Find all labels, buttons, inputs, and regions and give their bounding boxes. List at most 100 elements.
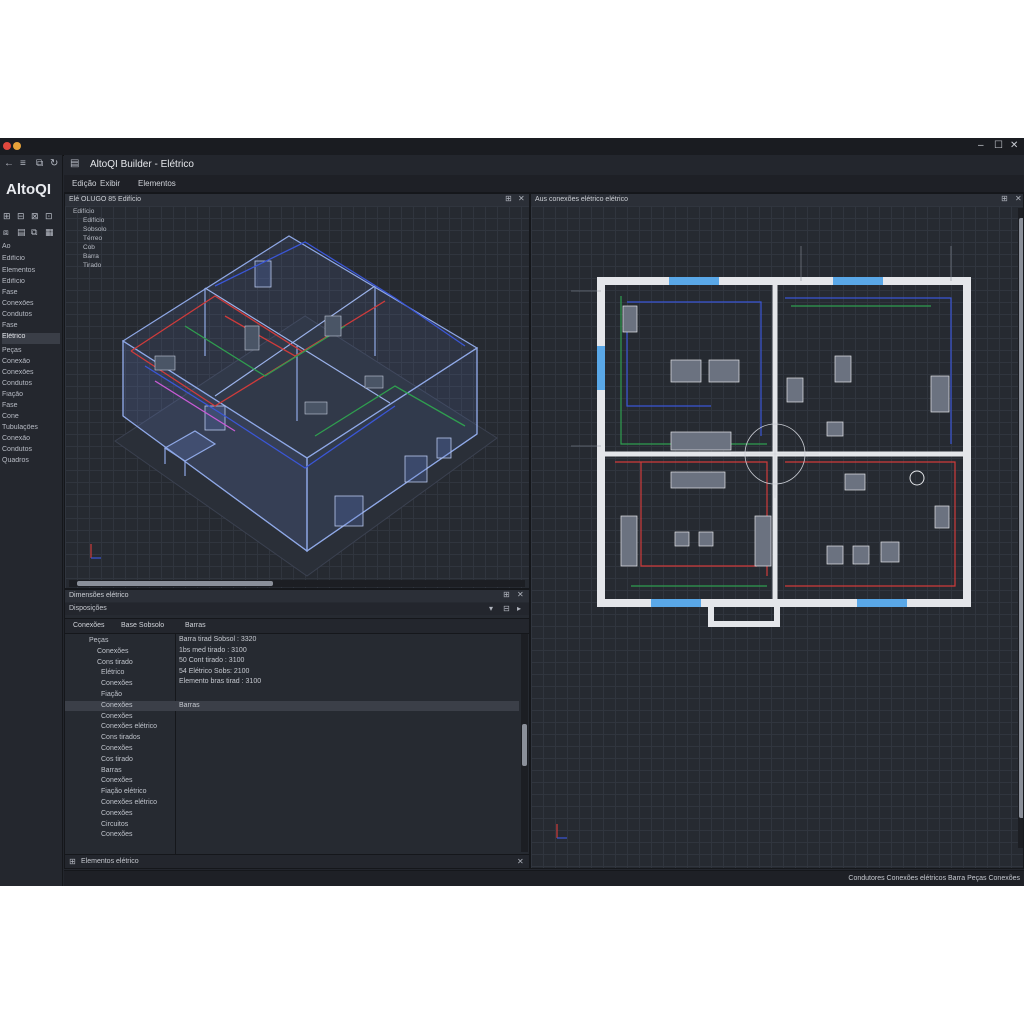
sidebar-item[interactable]: Fiação — [2, 391, 60, 402]
floorplan-vscroll-thumb[interactable] — [1019, 218, 1023, 818]
properties-footer: Elementos elétrico — [81, 858, 139, 865]
menu-bar: Edição Exibir Elementos — [64, 175, 1024, 193]
table-row[interactable]: Conexões elétrico — [65, 722, 519, 732]
view3d-header: Elé OLUGO 85 Edifício — [65, 194, 529, 206]
view3d-maximize-icon[interactable]: ⊞ — [505, 194, 512, 203]
sidebar-toggle-icon[interactable]: ▤ — [70, 158, 79, 169]
floorplan-close-icon[interactable]: ✕ — [1015, 194, 1022, 203]
floorplan-panel[interactable]: Aus conexões elétrico elétrico ⊞ ✕ — [530, 193, 1024, 869]
tool-a-icon[interactable]: ⊞ — [3, 211, 11, 222]
table-row[interactable]: Conexões — [65, 647, 519, 657]
sidebar-item[interactable]: Tubulações — [2, 424, 60, 435]
selected-property-value: Barras — [179, 701, 200, 709]
view3d-hscroll[interactable] — [69, 580, 525, 587]
footer-grid-icon[interactable]: ⊞ — [69, 857, 76, 866]
tool-d-icon[interactable]: ⊡ — [45, 211, 53, 222]
os-titlebar: – ☐ ✕ — [0, 138, 1024, 156]
tree-row-label: Cons tirados — [101, 734, 141, 742]
tool-f-icon[interactable]: ▤ — [17, 227, 26, 238]
table-row[interactable]: Cons tirado — [65, 658, 519, 668]
properties-subheader: Disposições — [69, 605, 107, 612]
minimize-icon[interactable]: – — [978, 140, 984, 151]
menu-item-0[interactable]: Edição — [72, 179, 96, 188]
menu-item-1[interactable]: Exibir — [100, 179, 120, 188]
table-row[interactable]: Conexões — [65, 744, 519, 754]
sidebar-item[interactable]: Conexão — [2, 358, 60, 369]
sidebar-header-item[interactable]: Edifício — [2, 255, 60, 266]
table-row[interactable]: Conexões elétrico — [65, 798, 519, 808]
table-row[interactable]: Conexões — [65, 776, 519, 786]
sidebar-item[interactable]: Edifício — [2, 278, 60, 289]
table-row[interactable]: Circuitos — [65, 820, 519, 830]
refresh-icon[interactable]: ↻ — [50, 158, 58, 169]
isometric-building-model[interactable] — [65, 206, 530, 589]
sidebar-item[interactable]: Fase — [2, 402, 60, 413]
sidebar-item[interactable]: Fase — [2, 289, 60, 300]
tree-row-label: Barras — [101, 766, 122, 774]
floorplan-maximize-icon[interactable]: ⊞ — [1001, 194, 1008, 203]
table-row[interactable]: Conexões — [65, 700, 519, 711]
dropdown-icon[interactable]: ▾ — [489, 604, 493, 613]
menu-item-2[interactable]: Elementos — [138, 179, 176, 188]
tree-row-label: Conexões elétrico — [101, 799, 158, 806]
tool-g-icon[interactable]: ⧉ — [31, 227, 37, 238]
menu-icon[interactable]: ▸ — [517, 604, 521, 613]
tool-c-icon[interactable]: ⊠ — [31, 211, 39, 222]
properties-close-icon[interactable]: ✕ — [517, 590, 524, 599]
column-header-2[interactable]: Barras — [185, 622, 206, 629]
floorplan-header: Aus conexões elétrico elétrico — [531, 194, 1023, 206]
sidebar-item[interactable]: Condutos — [2, 446, 60, 457]
table-row[interactable]: Conexões — [65, 830, 519, 840]
sidebar-item[interactable]: Conexões — [2, 300, 60, 311]
table-row[interactable]: Cos tirado — [65, 755, 519, 765]
properties-vscroll[interactable] — [521, 634, 528, 852]
floorplan-vscroll[interactable] — [1018, 208, 1023, 848]
view3d-panel[interactable]: Elé OLUGO 85 Edifício ⊞ ✕ Edifício Edifíc… — [64, 193, 530, 589]
tool-b-icon[interactable]: ⊟ — [17, 211, 25, 222]
table-row[interactable]: Cons tirados — [65, 733, 519, 743]
tool-h-icon[interactable]: ▦ — [45, 227, 54, 238]
view3d-close-icon[interactable]: ✕ — [518, 194, 525, 203]
table-row[interactable]: Peças — [65, 636, 519, 646]
property-value: Elemento bras tirad : 3100 — [179, 678, 262, 686]
close-dot-icon[interactable] — [3, 142, 11, 150]
tool-e-icon[interactable]: ⧈ — [3, 227, 9, 238]
sidebar-item[interactable]: Fase — [2, 322, 60, 333]
sidebar-item[interactable]: Elementos — [2, 267, 60, 278]
back-icon[interactable]: ← — [4, 158, 14, 169]
close-icon[interactable]: ✕ — [1010, 140, 1018, 151]
sidebar-item[interactable]: Conexões — [2, 369, 60, 380]
table-row[interactable]: Elétrico — [65, 668, 519, 678]
footer-close-icon[interactable]: ✕ — [517, 857, 524, 866]
sidebar-item[interactable]: Condutos — [2, 311, 60, 322]
lock-icon[interactable]: ⊟ — [503, 604, 510, 613]
table-row[interactable]: Fiação — [65, 690, 519, 700]
sidebar-search-label[interactable]: Ao — [2, 243, 60, 254]
minimize-dot-icon[interactable] — [13, 142, 21, 150]
properties-pin-icon[interactable]: ⊞ — [503, 590, 510, 599]
table-row[interactable]: Fiação elétrico — [65, 787, 519, 797]
brand-logo: AltoQI — [6, 181, 51, 198]
tree-row-label: Conexões — [97, 647, 129, 655]
sidebar-item[interactable]: Elétrico — [2, 333, 60, 344]
floor-plan-drawing[interactable] — [531, 206, 1024, 869]
maximize-icon[interactable]: ☐ — [994, 140, 1003, 151]
copy-icon[interactable]: ⧉ — [36, 158, 43, 169]
view3d-hscroll-thumb[interactable] — [77, 581, 273, 586]
table-row[interactable]: Barras — [65, 766, 519, 776]
sidebar-item[interactable]: Peças — [2, 347, 60, 358]
menu-icon[interactable]: ≡ — [20, 158, 26, 169]
property-value: 54 Elétrico Sobs: 2100 — [179, 667, 250, 675]
column-header-0[interactable]: Conexões — [73, 622, 105, 629]
properties-header: Dimensões elétrico — [65, 590, 529, 602]
table-row[interactable]: Conexões — [65, 809, 519, 819]
sidebar-item[interactable]: Conexão — [2, 435, 60, 446]
sidebar-item[interactable]: Cone — [2, 413, 60, 424]
properties-vscroll-thumb[interactable] — [522, 724, 527, 766]
status-text: Condutores Conexões elétricos Barra Peça… — [848, 875, 1020, 882]
table-row[interactable]: Conexões — [65, 712, 519, 722]
sidebar-item[interactable]: Condutos — [2, 380, 60, 391]
column-header-1[interactable]: Base Sobsolo — [121, 622, 164, 629]
sidebar-item[interactable]: Quadros — [2, 457, 60, 468]
table-row[interactable]: Conexões — [65, 679, 519, 689]
